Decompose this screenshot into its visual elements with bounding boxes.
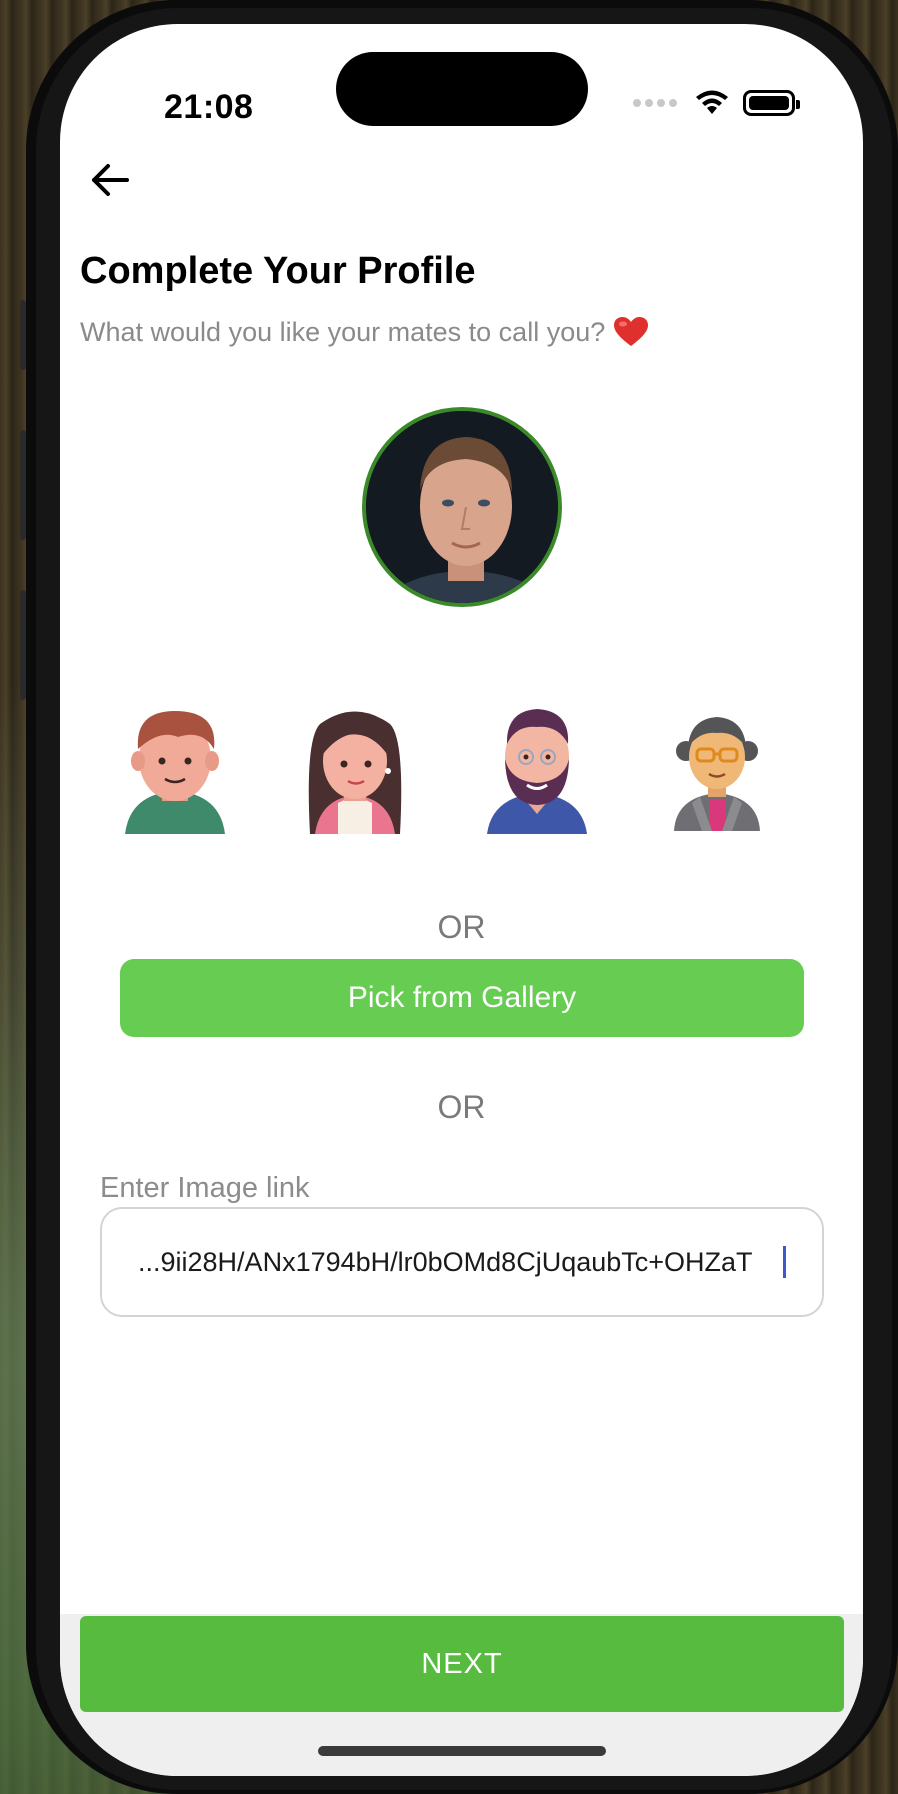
avatar-option-girl[interactable] [290,699,420,839]
heart-icon [614,317,649,346]
back-button[interactable] [82,152,138,208]
subtitle-text: What would you like your mates to call y… [80,316,606,347]
boy-avatar-icon [125,711,225,834]
text-caret [783,1246,786,1278]
pick-from-gallery-button[interactable]: Pick from Gallery [120,959,804,1037]
image-link-label: Enter Image link [100,1172,310,1204]
or-divider-2: OR [437,1089,486,1125]
app-screen: 21:08 Complete Your Profile What would y… [60,24,863,1776]
arrow-left-icon [92,164,129,196]
bearded-man-avatar-icon [487,709,587,834]
cellular-signal-icon [633,99,677,107]
status-icons [633,90,800,116]
profile-photo-image [366,411,558,603]
home-indicator[interactable] [318,1746,606,1756]
or-divider-1: OR [437,909,486,945]
image-link-input[interactable]: 9ii28H/ANx1794bH/lr0bOMd8CjUqaubTc+OHZaT… [100,1207,824,1317]
dynamic-island [336,52,588,126]
woman-with-glasses-avatar-icon [674,717,760,831]
girl-avatar-icon [308,711,402,834]
next-button[interactable]: NEXT [80,1616,844,1712]
status-bar: 21:08 [60,24,863,154]
avatar-option-boy[interactable] [110,699,240,839]
avatar-picker [60,689,863,849]
status-time: 21:08 [164,88,254,126]
battery-icon [743,90,800,116]
wifi-icon [696,90,728,114]
page-subtitle: What would you like your mates to call y… [80,316,649,348]
page-title: Complete Your Profile [80,250,476,292]
avatar-option-woman-glasses[interactable] [652,699,782,839]
avatar-option-bearded-man[interactable] [472,699,602,839]
profile-photo[interactable] [362,407,562,607]
image-link-value: 9ii28H/ANx1794bH/lr0bOMd8CjUqaubTc+OHZaT… [138,1246,753,1277]
